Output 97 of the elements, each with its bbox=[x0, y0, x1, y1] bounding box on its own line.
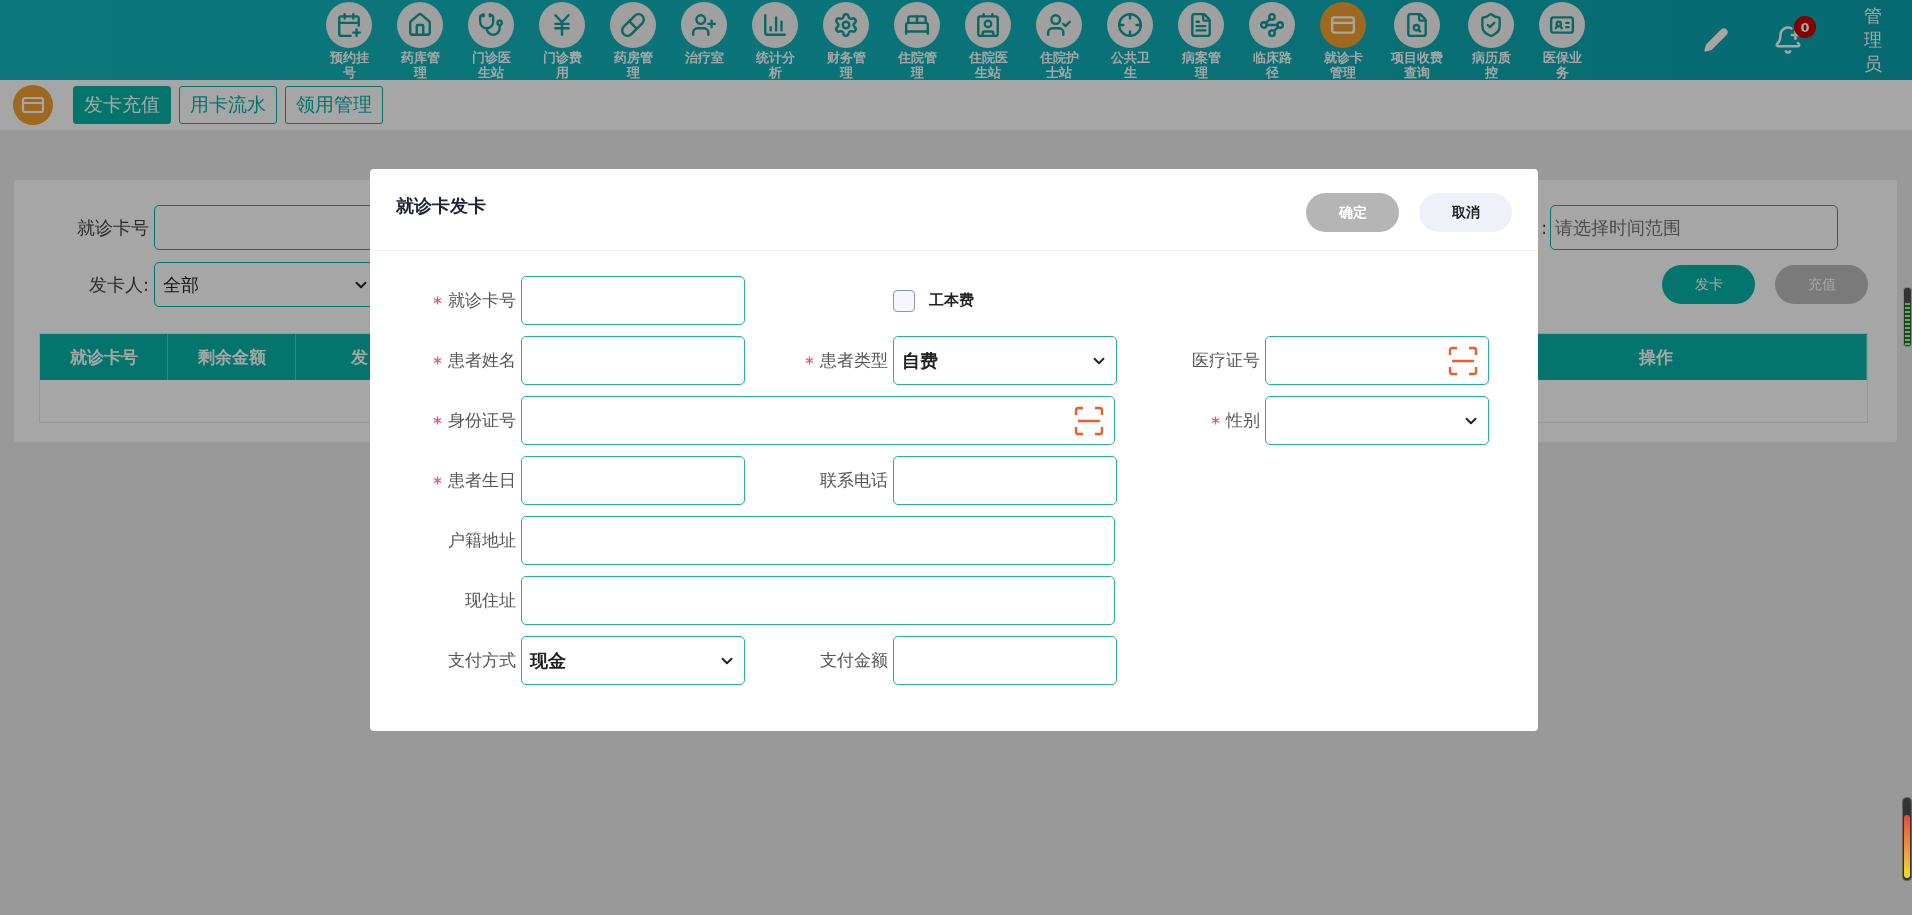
nav-icon-button[interactable] bbox=[1249, 2, 1295, 48]
nav-label[interactable]: 医保业务 bbox=[1542, 50, 1582, 80]
nav-label[interactable]: 治疗室 bbox=[684, 50, 724, 65]
file-search-icon bbox=[1404, 12, 1430, 38]
nav-label[interactable]: 药库管理 bbox=[400, 50, 440, 80]
pencil-icon[interactable] bbox=[1703, 27, 1729, 53]
input-field[interactable] bbox=[521, 456, 745, 505]
select-field[interactable]: 自费 bbox=[893, 336, 1117, 385]
field-label: 就诊卡号 bbox=[76, 215, 149, 240]
nav-icon-button[interactable] bbox=[1320, 2, 1366, 48]
tab[interactable]: 用卡流水 bbox=[179, 86, 277, 124]
document-icon bbox=[1188, 12, 1214, 38]
shield-icon bbox=[1478, 12, 1504, 38]
nav-label[interactable]: 药房管理 bbox=[613, 50, 653, 80]
input-field[interactable] bbox=[521, 276, 745, 325]
field-label: 支付金额 bbox=[820, 649, 888, 672]
bell-icon[interactable] bbox=[1773, 25, 1803, 55]
nav-icon-button[interactable] bbox=[1468, 2, 1514, 48]
nav-label[interactable]: 病历质控 bbox=[1471, 50, 1511, 80]
tab[interactable]: 发卡充值 bbox=[73, 86, 171, 124]
calendar-icon bbox=[336, 12, 362, 38]
field-label: 患者姓名 bbox=[448, 349, 516, 372]
select-field[interactable] bbox=[1265, 396, 1489, 445]
nav-label[interactable]: 统计分析 bbox=[755, 50, 795, 80]
field-label: 性别 bbox=[1226, 409, 1260, 432]
scan-icon[interactable] bbox=[1074, 405, 1104, 436]
notification-badge: 0 bbox=[1794, 16, 1816, 38]
nav-icon-button[interactable] bbox=[468, 2, 514, 48]
nav-icon-button[interactable] bbox=[539, 2, 585, 48]
crosshair-icon bbox=[1117, 12, 1143, 38]
contact-card-icon bbox=[975, 12, 1001, 38]
nav-label[interactable]: 项目收费查询 bbox=[1391, 50, 1443, 80]
dialog-button[interactable]: 取消 bbox=[1419, 193, 1512, 232]
action-button[interactable]: 发卡 bbox=[1662, 265, 1755, 304]
nav-icon-button[interactable] bbox=[326, 2, 372, 48]
nav-label[interactable]: 财务管理 bbox=[826, 50, 866, 80]
field-label: : bbox=[1541, 217, 1547, 238]
field-label: 就诊卡号 bbox=[448, 289, 516, 312]
nav-label[interactable]: 住院管理 bbox=[897, 50, 937, 80]
dialog-button[interactable]: 确定 bbox=[1306, 193, 1399, 232]
input-field[interactable] bbox=[893, 636, 1117, 685]
select-field[interactable]: 现金 bbox=[521, 636, 745, 685]
nav-icon-button[interactable] bbox=[1036, 2, 1082, 48]
nav-icon-button[interactable] bbox=[1394, 2, 1440, 48]
nav-icon-button[interactable] bbox=[965, 2, 1011, 48]
input-field[interactable] bbox=[893, 456, 1117, 505]
nav-label[interactable]: 住院护士站 bbox=[1039, 50, 1079, 80]
pill-icon bbox=[620, 12, 646, 38]
input-field[interactable] bbox=[521, 336, 745, 385]
nodes-icon bbox=[1259, 12, 1285, 38]
level-meter-icon bbox=[1903, 287, 1912, 347]
user-check-icon bbox=[1046, 12, 1072, 38]
nav-label[interactable]: 公共卫生 bbox=[1110, 50, 1150, 80]
nav-icon-button[interactable] bbox=[894, 2, 940, 48]
checkbox[interactable] bbox=[893, 289, 915, 312]
field-label: 户籍地址 bbox=[448, 529, 516, 552]
level-meter-icon bbox=[1902, 797, 1912, 881]
user-plus-icon bbox=[691, 12, 717, 38]
input-field[interactable] bbox=[1265, 336, 1489, 385]
field-label: 联系电话 bbox=[820, 469, 888, 492]
input-field[interactable] bbox=[521, 396, 1115, 445]
bed-icon bbox=[904, 12, 930, 38]
nav-icon-button[interactable] bbox=[681, 2, 727, 48]
field-label: 患者生日 bbox=[448, 469, 516, 492]
nav-label[interactable]: 门诊医生站 bbox=[471, 50, 511, 80]
nav-icon-button[interactable] bbox=[752, 2, 798, 48]
nav-label[interactable]: 病案管理 bbox=[1181, 50, 1221, 80]
field-label: 身份证号 bbox=[448, 409, 516, 432]
input-field[interactable] bbox=[521, 516, 1115, 565]
field-label: 发卡人: bbox=[87, 272, 149, 297]
tab[interactable]: 领用管理 bbox=[285, 86, 383, 124]
user-name[interactable]: 管理员 bbox=[1864, 4, 1884, 76]
card-logo-icon bbox=[13, 85, 53, 125]
field-label: 支付方式 bbox=[448, 649, 516, 672]
nav-icon-button[interactable] bbox=[1178, 2, 1224, 48]
nav-label[interactable]: 预约挂号 bbox=[329, 50, 369, 80]
bar-chart-icon bbox=[762, 12, 788, 38]
nav-label[interactable]: 就诊卡管理 bbox=[1323, 50, 1363, 80]
input-field[interactable] bbox=[521, 576, 1115, 625]
nav-label[interactable]: 临床路径 bbox=[1252, 50, 1292, 80]
nav-icon-button[interactable] bbox=[1539, 2, 1585, 48]
nav-label[interactable]: 门诊费用 bbox=[542, 50, 582, 80]
nav-icon-button[interactable] bbox=[610, 2, 656, 48]
field-label: 患者类型 bbox=[820, 349, 888, 372]
stethoscope-icon bbox=[478, 12, 504, 38]
field-label: 现住址 bbox=[465, 589, 516, 612]
field-label: 医疗证号 bbox=[1192, 349, 1260, 372]
gear-icon bbox=[833, 12, 859, 38]
nav-icon-button[interactable] bbox=[397, 2, 443, 48]
nav-icon-button[interactable] bbox=[823, 2, 869, 48]
scan-icon[interactable] bbox=[1448, 345, 1478, 376]
house-icon bbox=[407, 12, 433, 38]
dialog-title: 就诊卡发卡 bbox=[396, 193, 487, 218]
nav-label[interactable]: 住院医生站 bbox=[968, 50, 1008, 80]
checkbox-label: 工本费 bbox=[929, 291, 974, 310]
date-range-field[interactable]: 请选择时间范围 bbox=[1550, 205, 1838, 250]
nav-icon-button[interactable] bbox=[1107, 2, 1153, 48]
